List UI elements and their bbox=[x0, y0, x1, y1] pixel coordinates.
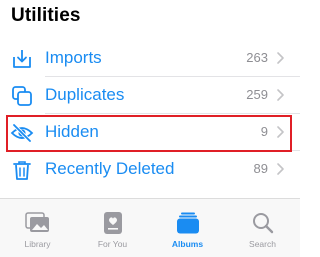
albums-icon bbox=[175, 211, 201, 235]
chevron-right-icon bbox=[274, 162, 286, 176]
list-item-label: Imports bbox=[45, 48, 102, 67]
tab-albums[interactable]: Albums bbox=[150, 199, 225, 257]
tab-for-you[interactable]: For You bbox=[75, 199, 150, 257]
highlight-box bbox=[6, 115, 292, 152]
import-tray-icon bbox=[10, 47, 34, 71]
tab-library[interactable]: Library bbox=[0, 199, 75, 257]
chevron-right-icon bbox=[274, 88, 286, 102]
duplicates-icon bbox=[10, 84, 34, 108]
library-photos-icon bbox=[24, 211, 51, 235]
tab-search[interactable]: Search bbox=[225, 199, 300, 257]
list-item-label: Recently Deleted bbox=[45, 159, 175, 178]
search-icon bbox=[250, 211, 276, 235]
section-title: Utilities bbox=[11, 5, 81, 26]
for-you-icon bbox=[100, 211, 126, 235]
list-item-imports[interactable]: Imports 263 bbox=[0, 40, 300, 77]
utilities-list: Imports 263 Duplicates 259 Hidden 9 Rece… bbox=[0, 40, 300, 188]
list-item-count: 89 bbox=[253, 161, 268, 176]
list-item-count: 263 bbox=[246, 50, 268, 65]
tab-label: Library bbox=[24, 239, 51, 249]
trash-icon bbox=[10, 158, 34, 182]
list-item-label: Duplicates bbox=[45, 85, 125, 104]
chevron-right-icon bbox=[274, 51, 286, 65]
tab-label: Search bbox=[249, 239, 276, 249]
tab-bar: Library For You Albums Search bbox=[0, 198, 300, 257]
list-item-recently-deleted[interactable]: Recently Deleted 89 bbox=[0, 151, 300, 188]
list-item-duplicates[interactable]: Duplicates 259 bbox=[0, 77, 300, 114]
tab-label: Albums bbox=[171, 239, 204, 249]
tab-label: For You bbox=[97, 239, 128, 249]
list-item-count: 259 bbox=[246, 87, 268, 102]
